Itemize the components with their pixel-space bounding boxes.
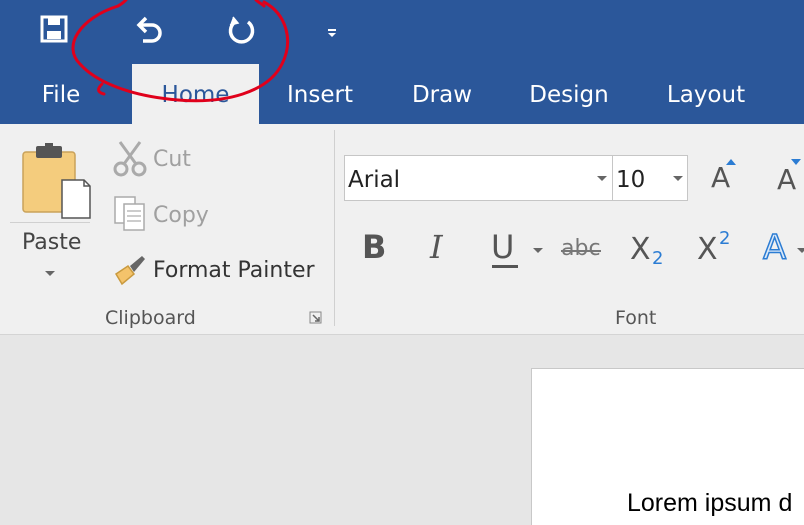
- group-separator: [334, 130, 335, 326]
- subscript-base: X: [630, 232, 651, 267]
- strikethrough-glyph: abc: [561, 236, 601, 261]
- grow-arrow-icon: [726, 159, 736, 165]
- text-effects-button[interactable]: A: [762, 227, 804, 269]
- font-name-value: Arial: [348, 167, 401, 193]
- scissors-icon: [112, 140, 148, 183]
- format-painter-button[interactable]: Format Painter: [110, 250, 315, 290]
- font-size-dropdown-icon[interactable]: [673, 176, 683, 181]
- tab-home[interactable]: Home: [132, 64, 259, 124]
- copy-button[interactable]: Copy: [110, 195, 220, 235]
- font-size-combo[interactable]: 10: [612, 155, 688, 201]
- underline-dropdown-icon[interactable]: [533, 248, 543, 253]
- tab-file[interactable]: File: [28, 64, 94, 124]
- bold-glyph: B: [362, 228, 387, 266]
- format-painter-label: Format Painter: [153, 258, 315, 283]
- shrink-font-button[interactable]: A: [776, 159, 804, 196]
- clipboard-group-label: Clipboard: [105, 307, 196, 329]
- paste-button[interactable]: Paste: [10, 138, 92, 290]
- strikethrough-line: [561, 250, 601, 252]
- text-effects-glyph: A: [762, 227, 787, 269]
- grow-font-glyph: A: [711, 161, 731, 194]
- bold-button[interactable]: B: [362, 228, 392, 268]
- superscript-mark: 2: [719, 228, 731, 249]
- document-page[interactable]: Lorem ipsum d: [531, 368, 804, 525]
- copy-icon: [113, 195, 147, 238]
- font-name-dropdown-icon[interactable]: [597, 176, 607, 181]
- shrink-font-glyph: A: [777, 163, 797, 196]
- dialog-launcher-icon[interactable]: [309, 311, 322, 329]
- subscript-button[interactable]: X 2: [630, 232, 666, 270]
- italic-glyph: I: [430, 228, 443, 266]
- document-text[interactable]: Lorem ipsum d: [627, 489, 792, 518]
- save-icon[interactable]: [40, 14, 68, 44]
- tab-layout[interactable]: Layout: [658, 64, 754, 124]
- italic-button[interactable]: I: [430, 228, 460, 268]
- underline-bar: [492, 265, 518, 268]
- clipboard-icon: [22, 142, 92, 225]
- customize-dropdown-icon[interactable]: [326, 25, 338, 37]
- font-name-combo[interactable]: Arial: [344, 155, 613, 201]
- title-bar: [0, 0, 804, 64]
- strikethrough-button[interactable]: abc: [561, 236, 601, 266]
- undo-icon[interactable]: [133, 15, 165, 47]
- font-size-value: 10: [616, 167, 646, 193]
- subscript-mark: 2: [652, 248, 664, 269]
- superscript-button[interactable]: X 2: [697, 228, 733, 268]
- copy-label: Copy: [153, 203, 209, 228]
- shrink-arrow-icon: [791, 159, 801, 165]
- cut-button[interactable]: Cut: [110, 140, 220, 180]
- underline-button[interactable]: U: [491, 228, 523, 268]
- paste-dropdown-icon: [45, 271, 55, 276]
- tab-insert[interactable]: Insert: [278, 64, 362, 124]
- cut-label: Cut: [153, 147, 191, 172]
- text-effects-dropdown-icon[interactable]: [797, 248, 804, 253]
- tab-draw[interactable]: Draw: [404, 64, 480, 124]
- underline-glyph: U: [491, 228, 515, 266]
- paste-separator: [10, 222, 90, 223]
- superscript-base: X: [697, 232, 718, 267]
- paintbrush-icon: [112, 252, 148, 293]
- paste-label: Paste: [22, 230, 82, 255]
- redo-icon[interactable]: [226, 14, 258, 48]
- font-group-label: Font: [615, 307, 657, 329]
- tab-design[interactable]: Design: [520, 64, 618, 124]
- grow-font-button[interactable]: A: [708, 159, 738, 196]
